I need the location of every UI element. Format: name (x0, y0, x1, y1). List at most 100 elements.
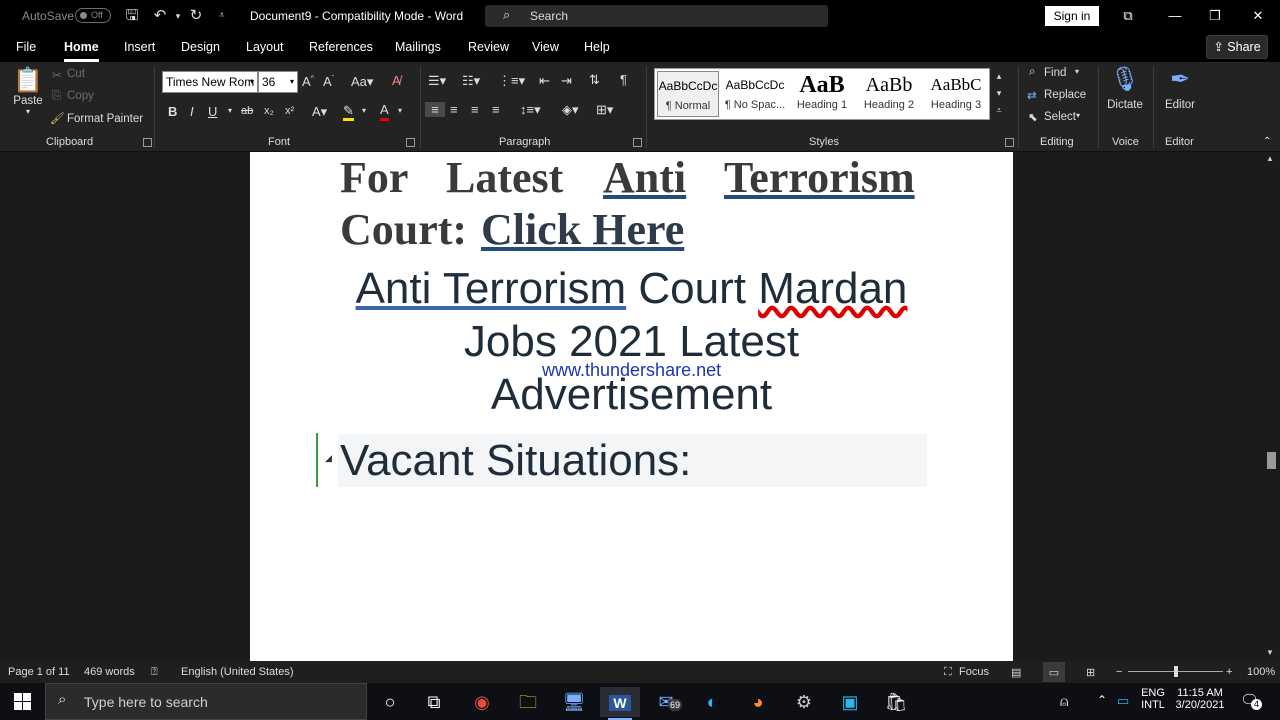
bold-icon[interactable]: B (168, 104, 177, 119)
tab-layout[interactable]: Layout (246, 40, 284, 54)
more-styles-icon[interactable]: ⩡ (992, 102, 1006, 119)
tab-references[interactable]: References (309, 40, 373, 54)
language-label[interactable]: English (United States) (181, 666, 294, 678)
mail-icon[interactable]: ✉ 69 (646, 687, 686, 717)
task-view-icon[interactable]: ⧉ (414, 687, 454, 717)
scroll-down-icon[interactable]: ▼ (1266, 648, 1274, 657)
web-layout-icon[interactable]: ⊞ (1086, 666, 1095, 679)
restore-icon[interactable]: ❐ (1205, 6, 1225, 26)
grow-font-icon[interactable]: A^ (302, 74, 314, 89)
sort-icon[interactable]: ⇅ (589, 72, 600, 88)
chevron-down-icon[interactable]: ▾ (362, 106, 366, 115)
word-count[interactable]: 469 words (84, 666, 135, 678)
font-launcher-icon[interactable] (406, 138, 415, 147)
decrease-indent-icon[interactable]: ⇤ (539, 73, 550, 89)
align-left-icon[interactable]: ≡ (425, 102, 445, 117)
tab-home[interactable]: Home (64, 40, 99, 62)
close-icon[interactable]: ✕ (1248, 6, 1268, 26)
zoom-out-icon[interactable]: − (1116, 666, 1122, 678)
chevron-up-icon[interactable]: ▴ (992, 68, 1006, 85)
highlight-icon[interactable]: ✎ (343, 104, 354, 121)
chevron-up-icon[interactable]: ⌃ (1097, 693, 1107, 707)
styles-gallery-scroll[interactable]: ▴ ▾ ⩡ (992, 68, 1006, 120)
align-right-icon[interactable]: ≡ (471, 102, 479, 117)
clock[interactable]: 11:15 AM 3/20/2021 (1172, 687, 1228, 711)
minimize-icon[interactable]: — (1165, 6, 1185, 26)
vertical-scrollbar[interactable]: ▲ ▼ (1263, 152, 1280, 661)
bullets-icon[interactable]: ☰▾ (428, 73, 446, 89)
text-effects-icon[interactable]: A▾ (312, 104, 327, 120)
show-formatting-icon[interactable]: ¶ (620, 72, 627, 87)
customize-toolbar-icon[interactable]: ⩡ (212, 6, 232, 26)
click-here-link[interactable]: Click Here (481, 204, 684, 256)
underline-icon[interactable]: U (208, 104, 217, 119)
share-button[interactable]: ⇪ Share (1206, 35, 1268, 59)
shading-icon[interactable]: ◈▾ (562, 102, 579, 118)
ribbon-display-options-icon[interactable]: ⧉ (1118, 6, 1138, 26)
paste-button[interactable]: 📋 Paste ▾ (12, 66, 44, 116)
scroll-up-icon[interactable]: ▲ (1266, 154, 1274, 163)
word-icon[interactable]: W (600, 687, 640, 720)
italic-icon[interactable]: I (190, 104, 194, 119)
collapse-heading-icon[interactable]: ◢ (325, 453, 332, 464)
chrome-icon[interactable]: ◉ (462, 687, 502, 717)
change-case-icon[interactable]: Aa▾ (351, 74, 373, 90)
link-word[interactable]: Terrorism (724, 152, 915, 204)
start-button[interactable] (0, 683, 45, 720)
chevron-down-icon[interactable]: ▾ (398, 106, 402, 115)
clipboard-launcher-icon[interactable] (143, 138, 152, 147)
file-explorer-icon[interactable]: 🗀 (508, 687, 548, 717)
style-heading-1[interactable]: AaB Heading 1 (791, 71, 853, 117)
select-button[interactable]: Select (1044, 111, 1076, 123)
tab-help[interactable]: Help (584, 40, 610, 54)
replace-button[interactable]: Replace (1044, 89, 1086, 101)
zoom-in-icon[interactable]: + (1226, 666, 1232, 678)
font-size-select[interactable]: 36 ▾ (258, 71, 298, 93)
undo-icon[interactable]: ↶ (150, 6, 170, 26)
style-normal[interactable]: AaBbCcDc ¶ Normal (657, 71, 719, 117)
style-heading-2[interactable]: AaBb Heading 2 (858, 71, 920, 117)
chevron-down-icon[interactable]: ▾ (992, 85, 1006, 102)
subscript-icon[interactable]: x₂ (264, 105, 274, 117)
style-heading-3[interactable]: AaBbC Heading 3 (925, 71, 987, 117)
styles-launcher-icon[interactable] (1005, 138, 1014, 147)
taskbar-search[interactable]: ⌕ Type here to search (45, 683, 367, 720)
clear-formatting-icon[interactable]: A̸ (392, 73, 401, 88)
tab-design[interactable]: Design (181, 40, 220, 54)
page-count[interactable]: Page 1 of 11 (8, 666, 70, 678)
numbering-icon[interactable]: ☷▾ (462, 73, 480, 89)
tab-mailings[interactable]: Mailings (395, 40, 441, 54)
focus-button[interactable]: Focus (959, 666, 989, 678)
redo-icon[interactable]: ↻ (186, 6, 206, 26)
editor-button[interactable]: ✒ Editor (1160, 65, 1200, 111)
dictate-button[interactable]: 🎙 Dictate (1104, 65, 1146, 111)
align-center-icon[interactable]: ≡ (450, 102, 458, 117)
zoom-level[interactable]: 100% (1247, 666, 1275, 678)
remote-desktop-icon[interactable]: 🖥 (554, 687, 594, 717)
chevron-down-icon[interactable]: ▾ (228, 106, 232, 115)
language-indicator[interactable]: ENG INTL (1140, 687, 1166, 711)
copy-button[interactable]: Copy (67, 90, 94, 102)
scrollbar-thumb[interactable] (1267, 452, 1276, 469)
screen-recorder-icon[interactable]: ▣ (830, 687, 870, 717)
font-color-icon[interactable]: A (380, 102, 389, 121)
link-word[interactable]: Anti (603, 152, 686, 204)
firefox-icon[interactable]: ◕ (738, 687, 778, 717)
print-layout-icon[interactable]: ▭ (1043, 662, 1065, 682)
style-no-spacing[interactable]: AaBbCcDc ¶ No Spac... (724, 71, 786, 117)
line-spacing-icon[interactable]: ↕≡▾ (520, 102, 541, 118)
tab-file[interactable]: File (16, 40, 36, 54)
shrink-font-icon[interactable]: Aˇ (323, 74, 334, 89)
cut-button[interactable]: Cut (67, 68, 85, 80)
justify-icon[interactable]: ≡ (492, 102, 500, 117)
increase-indent-icon[interactable]: ⇥ (561, 73, 572, 89)
chevron-down-icon[interactable]: ▾ (1076, 111, 1080, 120)
settings-app-icon[interactable]: ⚙ (784, 687, 824, 717)
paragraph-launcher-icon[interactable] (633, 138, 642, 147)
font-family-select[interactable]: Times New Rom ▾ (162, 71, 258, 93)
undo-dropdown-icon[interactable]: ▾ (168, 6, 188, 26)
autosave-toggle[interactable]: Off (75, 8, 111, 23)
tab-review[interactable]: Review (468, 40, 509, 54)
superscript-icon[interactable]: x² (285, 105, 294, 117)
store-icon[interactable]: 🛍 (876, 687, 916, 717)
